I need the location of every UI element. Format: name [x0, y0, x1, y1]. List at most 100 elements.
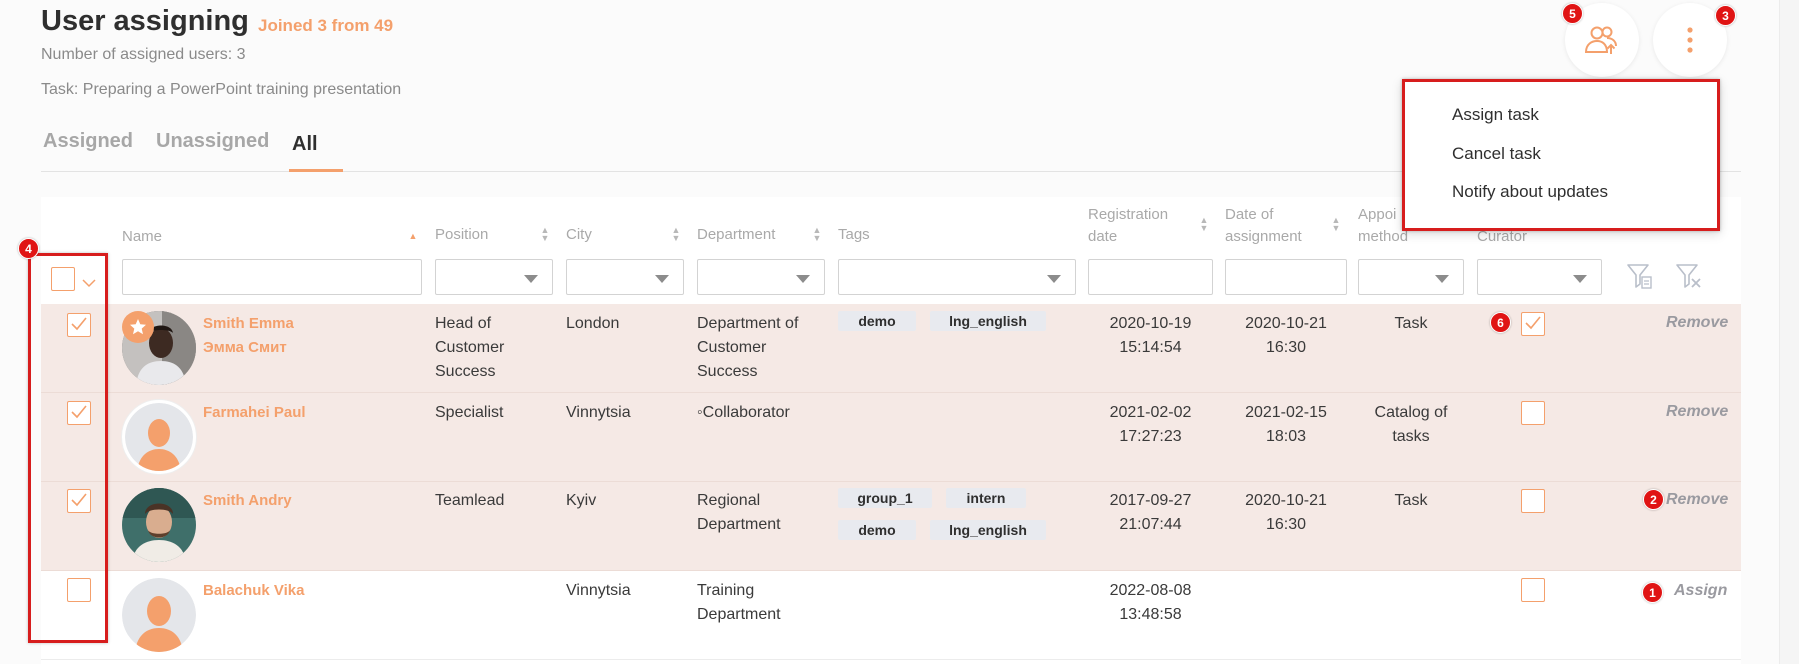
assign-button[interactable]: Assign [1674, 582, 1727, 600]
assignment-date-filter-field[interactable] [1226, 260, 1346, 294]
tags-filter-select[interactable] [838, 259, 1076, 295]
position-filter-select[interactable] [435, 259, 553, 295]
tag-chip: intern [946, 488, 1026, 508]
user-name[interactable]: Smith Emma [203, 312, 294, 336]
text-line: 16:30 [1265, 516, 1307, 533]
text-line: Success [697, 363, 758, 380]
registration-date: 2020-10-19 15:14:54 [1088, 312, 1213, 360]
page-title: User assigning [41, 5, 249, 37]
text-line: 16:30 [1265, 339, 1307, 356]
appointment-method: Task [1394, 315, 1428, 332]
annotation-badge: 1 [1642, 582, 1663, 603]
user-department: Department of Customer Success [697, 312, 798, 384]
column-header-department[interactable]: Department [697, 224, 775, 246]
registration-date: 2022-08-08 13:48:58 [1088, 579, 1213, 627]
user-department: ◦Collaborator [697, 404, 790, 421]
filter-settings-icon[interactable] [1626, 262, 1654, 290]
column-header-tags: Tags [838, 226, 870, 243]
text-line: Department of [697, 315, 799, 332]
column-header-name[interactable]: Name [122, 226, 162, 248]
chevron-down-icon [524, 275, 538, 283]
text-line: 2021-02-02 [1109, 404, 1192, 421]
text-line: tasks [1392, 428, 1430, 445]
curator-checkbox[interactable] [1521, 312, 1545, 336]
column-header-city[interactable]: City [566, 224, 592, 246]
chevron-down-icon [655, 275, 669, 283]
registration-date: 2017-09-27 21:07:44 [1088, 489, 1213, 537]
tab-all[interactable]: All [292, 133, 318, 156]
tab-unassigned[interactable]: Unassigned [156, 130, 269, 153]
sort-icon[interactable]: ▲ ▼ [1199, 216, 1209, 233]
tag-chip: group_1 [838, 488, 932, 508]
appointment-method: Task [1394, 492, 1428, 509]
user-name-localized[interactable]: Эмма Смит [203, 336, 287, 360]
name-filter-field[interactable] [123, 260, 421, 294]
text-line: 2020-10-21 [1245, 492, 1327, 509]
chevron-down-icon [1573, 275, 1587, 283]
annotation-badge: 3 [1715, 5, 1736, 26]
remove-button[interactable]: Remove [1666, 491, 1728, 509]
task-name: Task: Preparing a PowerPoint training pr… [41, 81, 402, 98]
column-header-appointment-method: Appoi method [1358, 204, 1408, 248]
user-photo-icon [122, 488, 196, 562]
sort-icon[interactable]: ▲ ▼ [540, 226, 550, 243]
chevron-down-icon [1435, 275, 1449, 283]
avatar [122, 400, 196, 474]
text-line: Department [697, 606, 781, 623]
text-line: 15:14:54 [1119, 339, 1182, 356]
user-city: London [566, 315, 620, 332]
assignment-date-filter-input[interactable] [1225, 259, 1347, 295]
text-line: Head of [435, 315, 492, 332]
default-user-icon [122, 578, 196, 652]
annotation-badge: 6 [1490, 312, 1511, 333]
registration-date: 2021-02-02 17:27:23 [1088, 401, 1213, 449]
text-line: 17:27:23 [1119, 428, 1182, 445]
department-filter-select[interactable] [697, 259, 825, 295]
curator-checkbox[interactable] [1521, 578, 1545, 602]
text-line: 13:48:58 [1119, 606, 1182, 623]
registration-date-filter-field[interactable] [1089, 260, 1212, 294]
avatar [122, 488, 196, 562]
user-department: Regional Department [697, 489, 781, 537]
user-name[interactable]: Farmahei Paul [203, 401, 306, 425]
text-line: Training [697, 582, 755, 599]
chevron-down-icon [796, 275, 810, 283]
text-line: Department [697, 516, 781, 533]
text-line: 2017-09-27 [1109, 492, 1192, 509]
curator-checkbox[interactable] [1521, 401, 1545, 425]
user-name[interactable]: Balachuk Vika [203, 579, 304, 603]
annotation-badge: 2 [1643, 489, 1664, 510]
active-tab-indicator [289, 169, 343, 172]
column-header-date-of-assignment[interactable]: Date of assignment [1225, 204, 1302, 248]
row-divider [41, 659, 1741, 660]
chevron-down-icon [1047, 275, 1061, 283]
column-header-position[interactable]: Position [435, 224, 488, 246]
vertical-scrollbar[interactable] [1779, 0, 1799, 664]
registration-date-filter-input[interactable] [1088, 259, 1213, 295]
column-header-registration-date[interactable]: Registration date [1088, 204, 1168, 248]
sort-icon[interactable]: ▲ ▼ [1331, 216, 1341, 233]
header-line: Registration [1088, 206, 1169, 223]
method-filter-select[interactable] [1358, 259, 1464, 295]
avatar [122, 578, 196, 652]
annotation-badge: 4 [18, 238, 39, 259]
assigned-users-count: Number of assigned users: 3 [41, 46, 246, 63]
tab-assigned[interactable]: Assigned [43, 130, 133, 153]
user-position: Head of Customer Success [435, 312, 504, 384]
text-line: 2022-08-08 [1109, 582, 1192, 599]
remove-button[interactable]: Remove [1666, 403, 1728, 421]
remove-button[interactable]: Remove [1666, 314, 1728, 332]
user-name[interactable]: Smith Andry [203, 489, 292, 513]
sort-icon[interactable]: ▲ ▼ [812, 226, 822, 243]
user-city: Vinnytsia [566, 404, 631, 421]
user-position: Teamlead [435, 492, 505, 509]
default-user-icon [125, 403, 193, 471]
sort-asc-icon[interactable]: ▲ [408, 232, 418, 241]
header-line: date [1088, 228, 1118, 245]
name-filter-input[interactable] [122, 259, 422, 295]
clear-filter-icon[interactable] [1675, 262, 1703, 290]
curator-checkbox[interactable] [1521, 489, 1545, 513]
curator-filter-select[interactable] [1477, 259, 1602, 295]
city-filter-select[interactable] [566, 259, 684, 295]
sort-icon[interactable]: ▲ ▼ [671, 226, 681, 243]
